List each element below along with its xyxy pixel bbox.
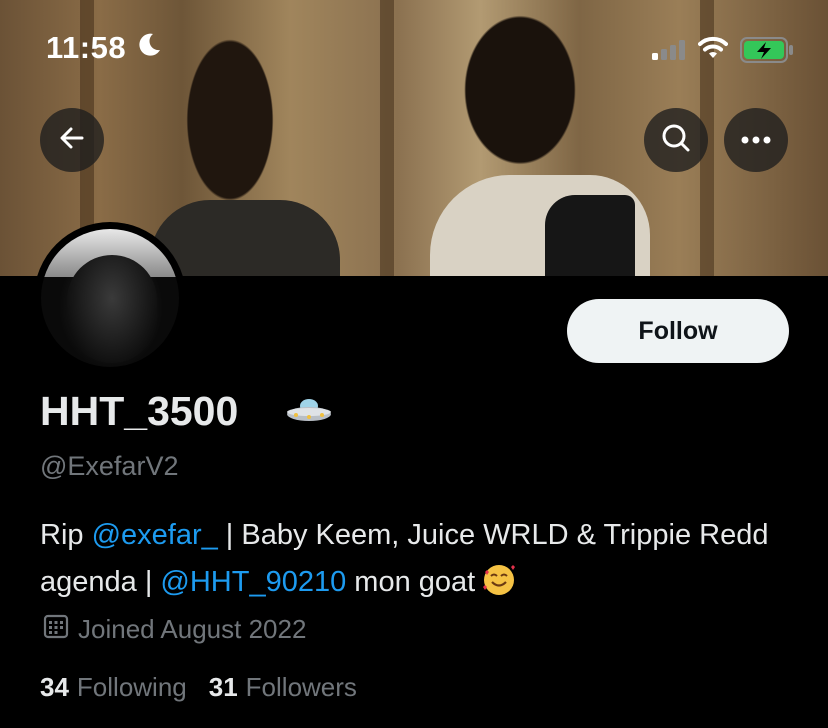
display-name: HHT_3500 bbox=[40, 388, 239, 434]
battery-charging-icon bbox=[740, 37, 794, 68]
followers-link[interactable]: 31 Followers bbox=[209, 672, 357, 703]
moon-icon bbox=[136, 32, 162, 63]
wifi-icon bbox=[698, 36, 728, 65]
avatar[interactable] bbox=[34, 222, 186, 374]
back-button[interactable] bbox=[40, 108, 104, 172]
joined-text: Joined August 2022 bbox=[78, 614, 307, 644]
search-button[interactable] bbox=[644, 108, 708, 172]
profile-handle: @ExefarV2 bbox=[40, 451, 179, 481]
follow-button[interactable]: Follow bbox=[567, 299, 789, 363]
follow-stats: 34 Following 31 Followers bbox=[40, 672, 379, 703]
more-horizontal-icon bbox=[741, 131, 771, 149]
status-time: 11:58 bbox=[46, 30, 127, 65]
following-label: Following bbox=[76, 672, 187, 702]
status-bar: 11:58 bbox=[0, 0, 828, 100]
profile-bio: Rip @exefar_ | Baby Keem, Juice WRLD & T… bbox=[40, 512, 800, 612]
more-button[interactable] bbox=[724, 108, 788, 172]
bio-text: mon goat bbox=[346, 566, 476, 598]
joined-date: Joined August 2022 bbox=[42, 612, 306, 647]
smiling-face-with-hearts-icon bbox=[481, 563, 517, 612]
arrow-left-icon bbox=[58, 124, 86, 157]
bio-mention-link[interactable]: @HHT_90210 bbox=[160, 566, 346, 598]
following-count: 34 bbox=[40, 672, 69, 702]
search-icon bbox=[661, 123, 691, 158]
calendar-icon bbox=[42, 612, 78, 647]
ufo-icon bbox=[285, 396, 333, 431]
following-link[interactable]: 34 Following bbox=[40, 672, 187, 703]
bio-mention-link[interactable]: @exefar_ bbox=[92, 519, 218, 551]
signal-icon bbox=[652, 40, 688, 65]
followers-count: 31 bbox=[208, 672, 238, 702]
bio-text: Rip bbox=[40, 519, 92, 551]
followers-label: Followers bbox=[245, 672, 357, 702]
avatar-image bbox=[41, 229, 179, 367]
